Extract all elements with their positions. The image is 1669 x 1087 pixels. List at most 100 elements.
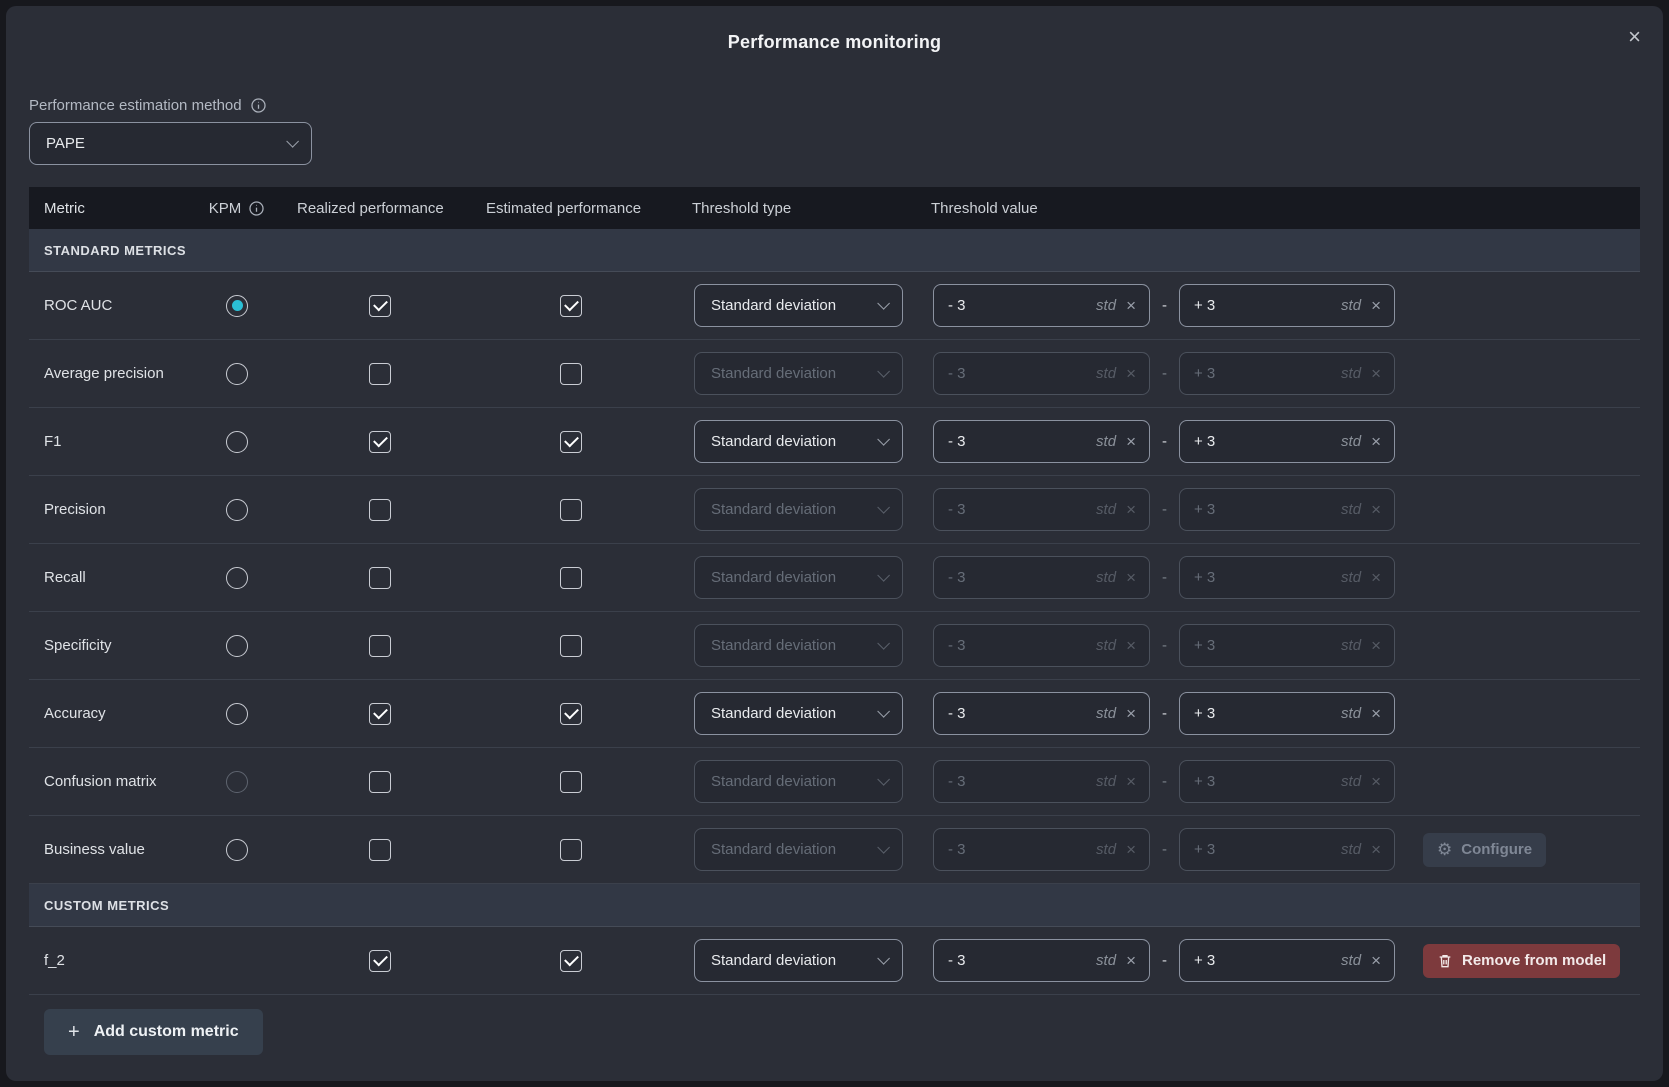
- chevron-down-icon: [877, 297, 890, 310]
- clear-icon[interactable]: ×: [1371, 297, 1381, 314]
- clear-icon[interactable]: ×: [1371, 501, 1381, 518]
- kpm-radio[interactable]: [226, 295, 248, 317]
- trash-icon: [1437, 953, 1453, 969]
- estimated-checkbox[interactable]: [560, 499, 582, 521]
- kpm-radio[interactable]: [226, 567, 248, 589]
- upper-threshold-input[interactable]: + 3 std ×: [1179, 556, 1395, 599]
- threshold-type-select[interactable]: Standard deviation: [694, 692, 903, 735]
- add-custom-metric-button[interactable]: + Add custom metric: [44, 1009, 263, 1055]
- estimated-checkbox[interactable]: [560, 703, 582, 725]
- threshold-type-select[interactable]: Standard deviation: [694, 488, 903, 531]
- threshold-separator: -: [1162, 297, 1167, 314]
- threshold-type-select[interactable]: Standard deviation: [694, 556, 903, 599]
- threshold-type-select[interactable]: Standard deviation: [694, 624, 903, 667]
- metric-label: Business value: [44, 841, 145, 858]
- clear-icon[interactable]: ×: [1126, 365, 1136, 382]
- clear-icon[interactable]: ×: [1371, 365, 1381, 382]
- threshold-type-select[interactable]: Standard deviation: [694, 420, 903, 463]
- realized-checkbox[interactable]: [369, 567, 391, 589]
- lower-threshold-input[interactable]: - 3 std ×: [933, 828, 1150, 871]
- clear-icon[interactable]: ×: [1126, 773, 1136, 790]
- clear-icon[interactable]: ×: [1371, 705, 1381, 722]
- info-icon[interactable]: [250, 97, 267, 114]
- estimated-checkbox[interactable]: [560, 363, 582, 385]
- remove-from-model-button[interactable]: Remove from model: [1423, 944, 1620, 978]
- clear-icon[interactable]: ×: [1126, 433, 1136, 450]
- estimated-checkbox[interactable]: [560, 771, 582, 793]
- kpm-radio[interactable]: [226, 839, 248, 861]
- realized-checkbox[interactable]: [369, 635, 391, 657]
- upper-threshold-input[interactable]: + 3 std ×: [1179, 624, 1395, 667]
- estimated-checkbox[interactable]: [560, 839, 582, 861]
- kpm-radio[interactable]: [226, 499, 248, 521]
- clear-icon[interactable]: ×: [1371, 841, 1381, 858]
- upper-threshold-input[interactable]: + 3 std ×: [1179, 939, 1395, 982]
- kpm-radio[interactable]: [226, 703, 248, 725]
- estimated-checkbox[interactable]: [560, 950, 582, 972]
- realized-checkbox[interactable]: [369, 363, 391, 385]
- estimation-method-select[interactable]: PAPE: [29, 122, 312, 165]
- clear-icon[interactable]: ×: [1126, 705, 1136, 722]
- upper-threshold-input[interactable]: + 3 std ×: [1179, 692, 1395, 735]
- clear-icon[interactable]: ×: [1371, 433, 1381, 450]
- clear-icon[interactable]: ×: [1126, 501, 1136, 518]
- realized-checkbox[interactable]: [369, 703, 391, 725]
- estimated-checkbox[interactable]: [560, 295, 582, 317]
- clear-icon[interactable]: ×: [1126, 952, 1136, 969]
- realized-checkbox[interactable]: [369, 771, 391, 793]
- upper-threshold-input[interactable]: + 3 std ×: [1179, 284, 1395, 327]
- realized-checkbox[interactable]: [369, 499, 391, 521]
- threshold-separator: -: [1162, 952, 1167, 969]
- close-icon[interactable]: ×: [1624, 22, 1645, 52]
- realized-checkbox[interactable]: [369, 950, 391, 972]
- upper-threshold-input[interactable]: + 3 std ×: [1179, 828, 1395, 871]
- clear-icon[interactable]: ×: [1371, 569, 1381, 586]
- upper-threshold-input[interactable]: + 3 std ×: [1179, 488, 1395, 531]
- clear-icon[interactable]: ×: [1126, 569, 1136, 586]
- estimated-checkbox[interactable]: [560, 567, 582, 589]
- threshold-unit: std: [1096, 773, 1116, 790]
- kpm-radio[interactable]: [226, 363, 248, 385]
- lower-threshold-input[interactable]: - 3 std ×: [933, 939, 1150, 982]
- section-label: CUSTOM METRICS: [44, 898, 169, 913]
- threshold-type-select[interactable]: Standard deviation: [694, 760, 903, 803]
- threshold-type-select[interactable]: Standard deviation: [694, 352, 903, 395]
- lower-threshold-input[interactable]: - 3 std ×: [933, 624, 1150, 667]
- lower-threshold-input[interactable]: - 3 std ×: [933, 556, 1150, 599]
- clear-icon[interactable]: ×: [1371, 952, 1381, 969]
- lower-threshold-input[interactable]: - 3 std ×: [933, 420, 1150, 463]
- info-icon[interactable]: [248, 200, 265, 217]
- lower-threshold-input[interactable]: - 3 std ×: [933, 488, 1150, 531]
- clear-icon[interactable]: ×: [1126, 637, 1136, 654]
- clear-icon[interactable]: ×: [1126, 841, 1136, 858]
- threshold-type-select[interactable]: Standard deviation: [694, 939, 903, 982]
- realized-checkbox[interactable]: [369, 295, 391, 317]
- kpm-radio[interactable]: [226, 635, 248, 657]
- lower-threshold-input[interactable]: - 3 std ×: [933, 760, 1150, 803]
- upper-threshold-input[interactable]: + 3 std ×: [1179, 760, 1395, 803]
- threshold-type-select[interactable]: Standard deviation: [694, 828, 903, 871]
- upper-threshold-input[interactable]: + 3 std ×: [1179, 420, 1395, 463]
- realized-checkbox[interactable]: [369, 431, 391, 453]
- estimated-checkbox[interactable]: [560, 431, 582, 453]
- lower-threshold-input[interactable]: - 3 std ×: [933, 284, 1150, 327]
- realized-checkbox[interactable]: [369, 839, 391, 861]
- lower-threshold-input[interactable]: - 3 std ×: [933, 692, 1150, 735]
- clear-icon[interactable]: ×: [1371, 773, 1381, 790]
- lower-threshold-input[interactable]: - 3 std ×: [933, 352, 1150, 395]
- section-header: CUSTOM METRICS: [29, 884, 1640, 927]
- kpm-radio[interactable]: [226, 771, 248, 793]
- threshold-type-select[interactable]: Standard deviation: [694, 284, 903, 327]
- estimation-method-label-text: Performance estimation method: [29, 97, 242, 114]
- upper-threshold-input[interactable]: + 3 std ×: [1179, 352, 1395, 395]
- configure-button[interactable]: ⚙ Configure: [1423, 833, 1546, 867]
- kpm-radio[interactable]: [226, 431, 248, 453]
- clear-icon[interactable]: ×: [1126, 297, 1136, 314]
- header-realized: Realized performance: [287, 200, 473, 217]
- threshold-unit: std: [1341, 365, 1361, 382]
- clear-icon[interactable]: ×: [1371, 637, 1381, 654]
- estimated-checkbox[interactable]: [560, 635, 582, 657]
- threshold-unit: std: [1341, 952, 1361, 969]
- plus-icon: +: [68, 1021, 80, 1044]
- upper-threshold-value: + 3: [1194, 841, 1331, 858]
